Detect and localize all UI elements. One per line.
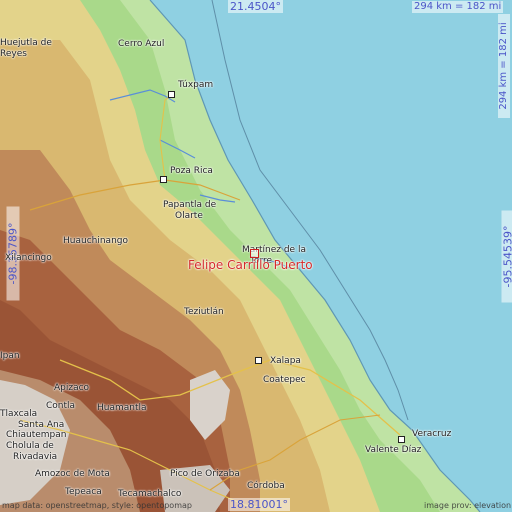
label-cordoba: Córdoba bbox=[247, 481, 285, 491]
lon-east-label: -95.54539° bbox=[501, 210, 512, 303]
scale-label-right: 294 km = 182 mi bbox=[498, 14, 510, 118]
place-name-label: Felipe Carrillo Puerto bbox=[188, 258, 313, 272]
label-huejutla: Huejutla de bbox=[0, 38, 52, 48]
label-huauchinango: Huauchinango bbox=[63, 236, 128, 246]
label-cerro-azul: Cerro Azul bbox=[118, 39, 165, 49]
scale-label-top: 294 km = 182 mi bbox=[412, 1, 504, 13]
label-reyes: Reyes bbox=[0, 49, 27, 59]
label-cholula: Cholula de bbox=[6, 441, 54, 451]
label-xalapa: Xalapa bbox=[270, 356, 301, 366]
label-valente-diaz: Valente Díaz bbox=[365, 445, 422, 455]
lat-north-label: 21.4504° bbox=[228, 0, 283, 13]
label-coatepec: Coatepec bbox=[263, 375, 306, 385]
map-view[interactable]: 21.4504° 18.81001° -98.35789° -95.54539°… bbox=[0, 0, 512, 512]
label-tepeaca: Tepeaca bbox=[65, 487, 102, 497]
label-tlaxcala: Tlaxcala bbox=[0, 409, 38, 419]
label-tecamachalco: Tecamachalco bbox=[118, 489, 182, 499]
label-apizaco: Apizaco bbox=[54, 383, 90, 393]
label-veracruz: Veracruz bbox=[412, 429, 452, 439]
label-teziutlan: Teziutlán bbox=[184, 307, 224, 317]
label-ipan: Ipan bbox=[0, 351, 20, 361]
label-chiautempan: Chiautempan bbox=[6, 430, 67, 440]
label-xilancingo: Xilancingo bbox=[5, 253, 52, 263]
tuxpam-marker bbox=[168, 91, 175, 98]
label-olarte: Olarte bbox=[175, 211, 203, 221]
label-rivadavia: Rivadavia bbox=[13, 452, 58, 462]
label-contla: Contla bbox=[46, 401, 76, 411]
lat-south-label: 18.81001° bbox=[228, 498, 290, 511]
veracruz-marker bbox=[398, 436, 405, 443]
label-tuxpam: Túxpam bbox=[178, 80, 214, 90]
label-pico-de-orizaba: Pico de Orizaba bbox=[170, 469, 240, 479]
xalapa-marker bbox=[255, 357, 262, 364]
map-credit-left: map data: openstreetmap, style: opentopo… bbox=[2, 501, 192, 510]
place-marker[interactable] bbox=[250, 249, 259, 258]
label-poza-rica: Poza Rica bbox=[170, 166, 213, 176]
poza-rica-marker bbox=[160, 176, 167, 183]
map-credit-right: image prov: elevation.city bbox=[424, 501, 512, 510]
label-huamantla: Huamantla bbox=[97, 403, 147, 413]
label-amozoc: Amozoc de Mota bbox=[35, 469, 110, 479]
label-papantla: Papantla de bbox=[163, 200, 217, 210]
label-santa-ana: Santa Ana bbox=[18, 420, 65, 430]
